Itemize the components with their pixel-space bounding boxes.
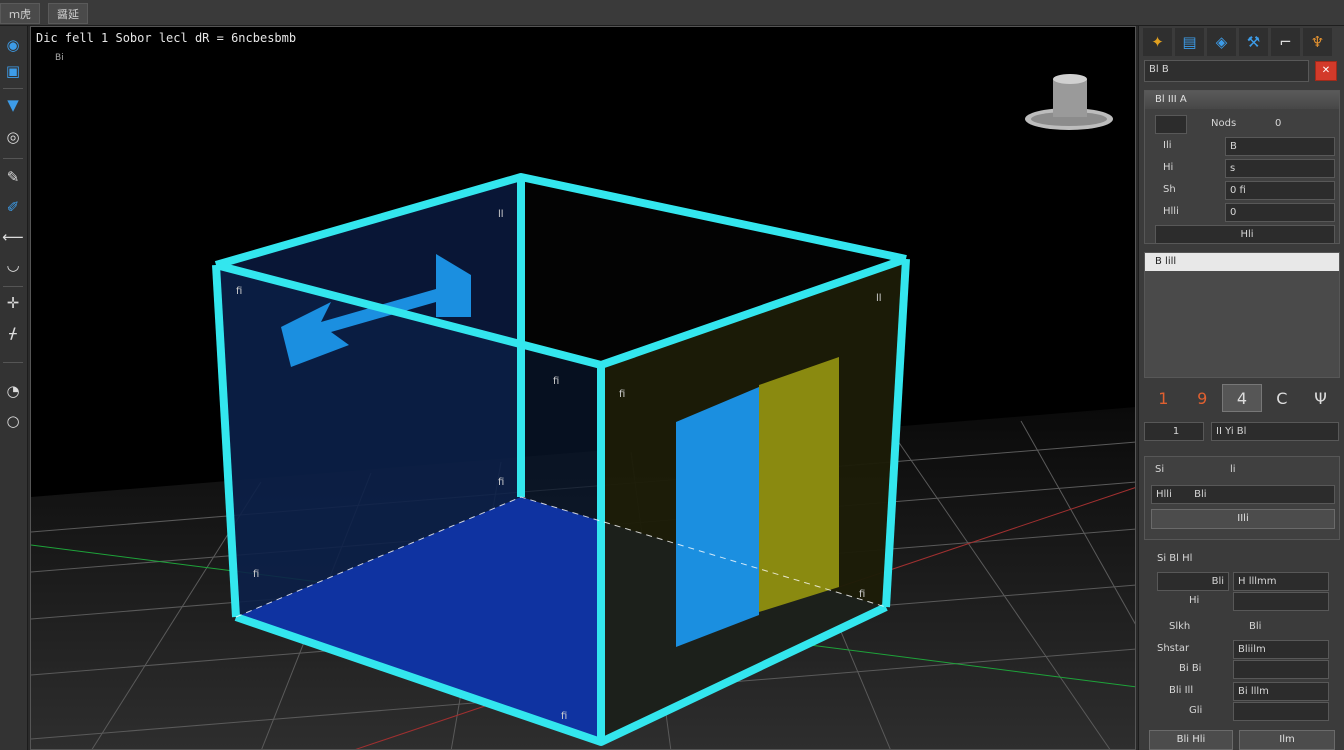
box-label-5: fi bbox=[619, 389, 625, 400]
prop-label-5: Hlli bbox=[1163, 206, 1179, 217]
flag-icon[interactable]: ▤ bbox=[1175, 28, 1204, 56]
field-value-6[interactable]: Bi lllm bbox=[1233, 682, 1329, 701]
3d-viewport[interactable]: ll fi ll fi fi fi fi fi fi Dic fell 1 So… bbox=[30, 26, 1136, 750]
tool-1-icon[interactable]: 1 bbox=[1144, 384, 1183, 412]
box-label-4: fi bbox=[553, 376, 559, 387]
properties-header[interactable]: Bl III A bbox=[1145, 91, 1339, 109]
panel-yellow bbox=[759, 357, 839, 612]
bottom-button-1[interactable]: Bli Hli bbox=[1149, 730, 1233, 750]
settings-button[interactable]: IIli bbox=[1151, 509, 1335, 529]
setting-value-1: li bbox=[1230, 464, 1236, 475]
box-label-1: ll bbox=[498, 209, 504, 220]
settings-rollout: Si li Hlli Bli IIli bbox=[1144, 456, 1340, 540]
funnel-icon[interactable]: ▼ bbox=[2, 94, 24, 116]
field-value-4[interactable]: Bliilm bbox=[1233, 640, 1329, 659]
prop-label-4: Sh bbox=[1163, 184, 1176, 195]
command-panel: ✦ ▤ ◈ ⚒ ⌐ ♆ Bl B ✕ Bl III A Nods 0 Ili B… bbox=[1138, 26, 1344, 750]
field-label-3: Slkh bbox=[1169, 621, 1191, 632]
prop-field-3[interactable]: s bbox=[1225, 159, 1335, 178]
tool-4-icon[interactable]: C bbox=[1262, 384, 1301, 412]
orbit-icon[interactable]: ◎ bbox=[2, 126, 24, 148]
field-label-7: Gli bbox=[1189, 705, 1203, 716]
field-label-5: Bi Bi bbox=[1179, 663, 1202, 674]
circle-icon[interactable]: ○ bbox=[2, 410, 24, 432]
setting-label-1: Si bbox=[1155, 464, 1165, 475]
wrench-icon[interactable]: ⚒ bbox=[1239, 28, 1268, 56]
tab-1[interactable]: ｍ虎 bbox=[0, 3, 40, 24]
prop-field-6[interactable]: Hli bbox=[1155, 225, 1335, 244]
line-icon[interactable]: ⟵ bbox=[2, 226, 24, 248]
tool-5-icon[interactable]: Ψ bbox=[1301, 384, 1340, 412]
object-name-field[interactable]: Bl B bbox=[1144, 60, 1309, 82]
dropdown-left[interactable]: 1 bbox=[1144, 422, 1204, 441]
top-tab-bar: ｍ虎 醤延 bbox=[0, 0, 1344, 26]
scene-canvas[interactable]: ll fi ll fi fi fi fi fi fi bbox=[31, 27, 1136, 750]
viewport-label[interactable]: Dic fell 1 Sobor lecl dR = 6ncbesbmb bbox=[36, 31, 296, 45]
globe-icon[interactable]: ◉ bbox=[2, 34, 24, 56]
tool-row: 1 9 4 C Ψ bbox=[1144, 384, 1340, 412]
panel-blue bbox=[676, 387, 759, 647]
paint-icon[interactable]: ✦ bbox=[1143, 28, 1172, 56]
box-label-8: fi bbox=[859, 589, 865, 600]
prop-label-2: Ili bbox=[1163, 140, 1172, 151]
object-list-header[interactable]: B lill bbox=[1145, 253, 1339, 271]
box-label-6: fi bbox=[498, 477, 504, 488]
prop-value-1: 0 bbox=[1275, 118, 1282, 129]
dropdown-right[interactable]: II Yi Bl bbox=[1211, 422, 1339, 441]
prop-label-3: Hi bbox=[1163, 162, 1174, 173]
box-label-3: ll bbox=[876, 293, 882, 304]
field-label-4: Shstar bbox=[1157, 643, 1190, 654]
left-toolbar: ◉ ▣ ▼ ◎ ✎ ✐ ⟵ ◡ ✛ ᚋ ◔ ○ bbox=[0, 26, 28, 750]
frame-icon[interactable]: ⌐ bbox=[1271, 28, 1300, 56]
field-value-1[interactable]: H lllmm bbox=[1233, 572, 1329, 591]
box-label-2: fi bbox=[236, 286, 242, 297]
prop-field-4[interactable]: 0 fi bbox=[1225, 181, 1335, 200]
field-label-6: Bli Ill bbox=[1169, 685, 1194, 696]
properties-rollout: Bl III A Nods 0 Ili B Hi s Sh 0 fi Hlli … bbox=[1144, 90, 1340, 244]
prop-field-5[interactable]: 0 bbox=[1225, 203, 1335, 222]
prop-swatch[interactable] bbox=[1155, 115, 1187, 134]
view-gizmo bbox=[1025, 74, 1113, 130]
bottom-button-2[interactable]: Ilm bbox=[1239, 730, 1335, 750]
field-value-7[interactable] bbox=[1233, 702, 1329, 721]
eye-icon[interactable]: ◔ bbox=[2, 380, 24, 402]
pin-icon[interactable]: ✛ bbox=[2, 292, 24, 314]
lamp-icon[interactable]: ♆ bbox=[1303, 28, 1332, 56]
shield-icon[interactable]: ◈ bbox=[1207, 28, 1236, 56]
field-label-2: Hi bbox=[1189, 595, 1200, 606]
object-list[interactable]: B lill bbox=[1144, 252, 1340, 378]
tab-2[interactable]: 醤延 bbox=[48, 3, 88, 24]
box-label-9: fi bbox=[561, 711, 567, 722]
field-value-3: Bli bbox=[1249, 621, 1262, 632]
tool-icon[interactable]: ᚋ bbox=[2, 322, 24, 344]
field-label-1: Bli bbox=[1157, 572, 1229, 591]
tool-2-icon[interactable]: 9 bbox=[1183, 384, 1222, 412]
tool-3-icon[interactable]: 4 bbox=[1221, 384, 1263, 412]
select-icon[interactable]: ▣ bbox=[2, 60, 24, 82]
prop-field-2[interactable]: B bbox=[1225, 137, 1335, 156]
prop-label-1: Nods bbox=[1211, 118, 1237, 129]
close-button[interactable]: ✕ bbox=[1315, 61, 1337, 81]
field-value-5[interactable] bbox=[1233, 660, 1329, 679]
fields-header: Si Bl Hl bbox=[1157, 553, 1193, 564]
field-value-2[interactable] bbox=[1233, 592, 1329, 611]
box-label-7: fi bbox=[253, 569, 259, 580]
panel-tabs: ✦ ▤ ◈ ⚒ ⌐ ♆ bbox=[1143, 28, 1341, 56]
viewport-sub-label: Bi bbox=[55, 53, 64, 63]
setting-field-2[interactable]: Hlli Bli bbox=[1151, 485, 1335, 504]
brush-icon[interactable]: ✐ bbox=[2, 196, 24, 218]
cup-icon[interactable]: ◡ bbox=[2, 254, 24, 276]
pen-icon[interactable]: ✎ bbox=[2, 166, 24, 188]
